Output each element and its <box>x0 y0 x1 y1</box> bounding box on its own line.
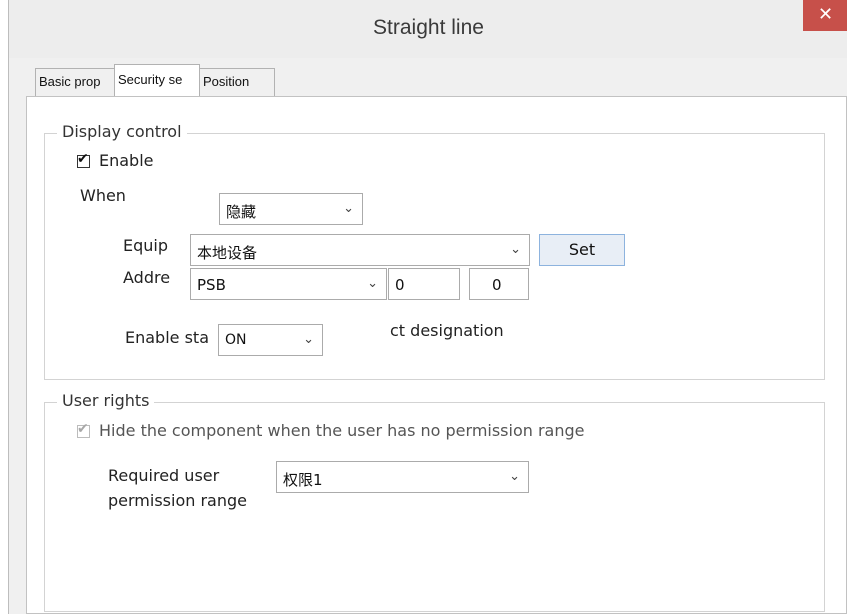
when-label: When <box>80 186 126 205</box>
tab-label: Security se <box>118 72 183 87</box>
tab-position[interactable]: Position <box>199 68 275 96</box>
window-title: Straight line <box>373 16 484 39</box>
hide-no-permission-checkbox[interactable]: ✔ <box>77 421 90 438</box>
chevron-down-icon: ⌄ <box>367 276 378 291</box>
check-icon: ✔ <box>77 421 89 437</box>
check-icon: ✔ <box>77 151 89 167</box>
address-label: Addre <box>123 268 171 287</box>
designation-text: ct designation <box>390 321 504 340</box>
tab-basic-properties[interactable]: Basic prop <box>35 68 115 96</box>
chevron-down-icon: ⌄ <box>510 242 521 257</box>
enable-state-select[interactable]: ON ⌄ <box>218 324 323 356</box>
tab-security-settings[interactable]: Security se <box>114 64 200 96</box>
address-field-1[interactable]: 0 <box>388 268 460 300</box>
tab-content-panel: Display control ✔ Enable When 隐藏 ⌄ Equip… <box>26 96 847 614</box>
tab-label: Position <box>203 74 250 89</box>
enable-checkbox[interactable]: ✔ <box>77 151 90 168</box>
when-value: 隐藏 <box>226 203 257 221</box>
close-icon: ✕ <box>817 4 834 25</box>
enable-label: Enable <box>99 151 154 170</box>
display-control-legend: Display control <box>57 122 187 141</box>
address-field-2-value: 0 <box>492 276 502 294</box>
enable-state-label: Enable sta <box>125 328 209 347</box>
enable-state-value: ON <box>225 332 247 348</box>
required-permission-label-line1: Required user <box>108 466 220 485</box>
hide-no-permission-label: Hide the component when the user has no … <box>99 421 585 440</box>
address-field-1-value: 0 <box>395 276 405 294</box>
tab-label: Basic prop <box>39 74 101 89</box>
when-select[interactable]: 隐藏 ⌄ <box>219 193 363 225</box>
permission-range-value: 权限1 <box>283 471 323 489</box>
equipment-value: 本地设备 <box>197 244 258 262</box>
close-button[interactable]: ✕ <box>803 0 847 31</box>
chevron-down-icon: ⌄ <box>343 201 354 216</box>
display-control-group: Display control ✔ Enable When 隐藏 ⌄ Equip… <box>44 122 825 380</box>
dialog-window: Straight line ✕ Basic prop Security se P… <box>8 0 847 614</box>
title-bar: Straight line ✕ <box>9 0 847 58</box>
chevron-down-icon: ⌄ <box>303 332 314 347</box>
equipment-select[interactable]: 本地设备 ⌄ <box>190 234 530 266</box>
set-button[interactable]: Set <box>539 234 625 266</box>
equip-label: Equip <box>123 236 169 255</box>
chevron-down-icon: ⌄ <box>509 469 520 484</box>
required-permission-label-line2: permission range <box>108 491 247 510</box>
address-type-select[interactable]: PSB ⌄ <box>190 268 387 300</box>
address-field-2[interactable]: 0 <box>469 268 529 300</box>
user-rights-legend: User rights <box>57 391 155 410</box>
user-rights-group: User rights ✔ Hide the component when th… <box>44 391 825 612</box>
permission-range-select[interactable]: 权限1 ⌄ <box>276 461 529 493</box>
address-type-value: PSB <box>197 276 226 294</box>
